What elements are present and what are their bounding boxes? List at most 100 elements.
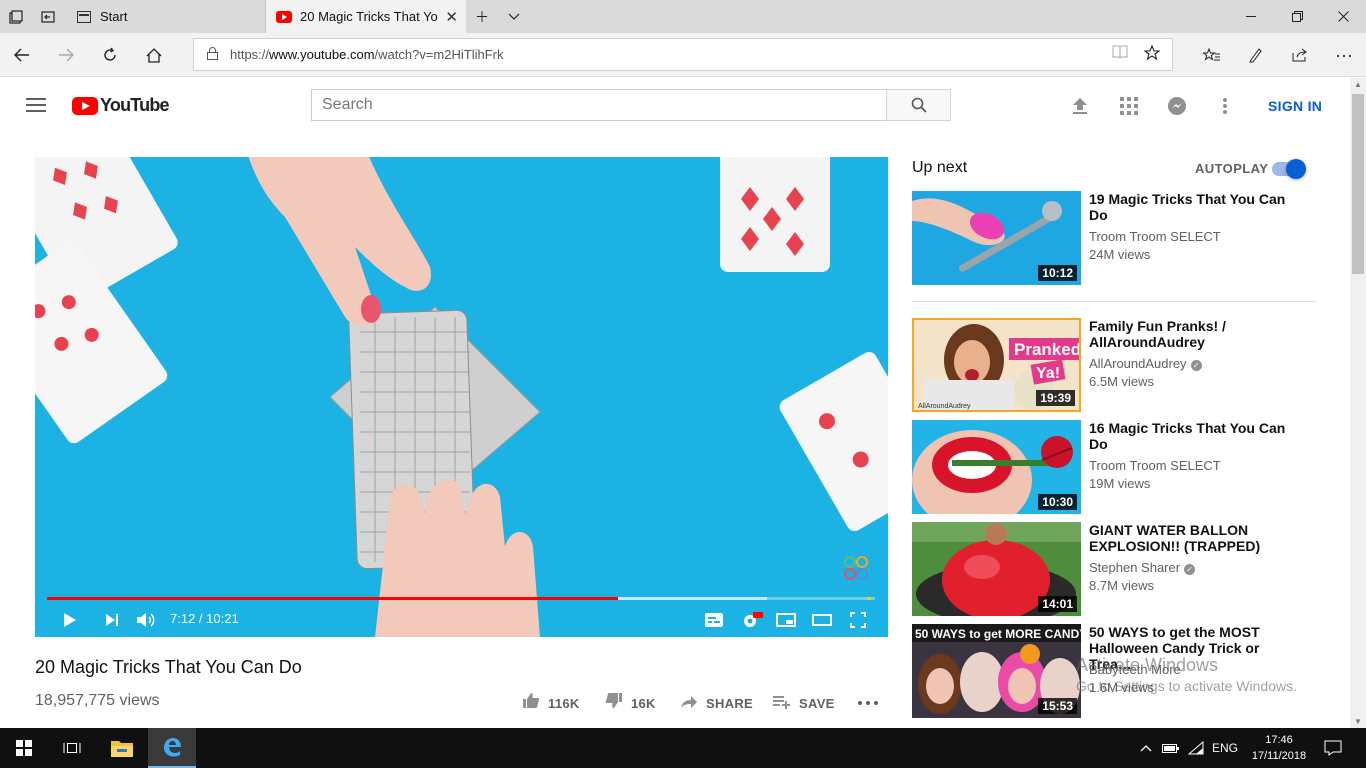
tab-youtube-video[interactable]: 20 Magic Tricks That Yo ✕ bbox=[266, 0, 466, 33]
video-thumbnail[interactable]: 10:30 bbox=[912, 420, 1081, 514]
tab-preview-chevron-icon[interactable] bbox=[498, 0, 530, 33]
search-input[interactable]: Search bbox=[311, 89, 887, 121]
close-window-icon[interactable] bbox=[1320, 0, 1366, 33]
minimize-icon[interactable] bbox=[1228, 0, 1274, 33]
channel-name[interactable]: Stephen Sharer ✓ bbox=[1089, 560, 1196, 575]
search-icon bbox=[911, 97, 927, 113]
action-center-icon[interactable] bbox=[1324, 728, 1342, 768]
progress-played bbox=[47, 597, 619, 600]
video-title[interactable]: 19 Magic Tricks That You Can Do bbox=[1089, 191, 1289, 223]
channel-name[interactable]: Troom Troom SELECT bbox=[1089, 229, 1221, 244]
apps-grid-icon[interactable] bbox=[1117, 94, 1141, 118]
view-count: 18,957,775 views bbox=[35, 692, 160, 709]
theater-mode-icon[interactable] bbox=[811, 603, 833, 637]
search-placeholder: Search bbox=[322, 96, 373, 113]
miniplayer-icon[interactable] bbox=[775, 603, 797, 637]
language-text: ENG bbox=[1212, 741, 1239, 755]
subtitles-icon[interactable] bbox=[703, 603, 725, 637]
wifi-icon[interactable] bbox=[1188, 728, 1204, 768]
recommended-video[interactable]: Pranked Ya! AllAroundAudrey 19:39 Family… bbox=[912, 318, 1316, 412]
verified-check-icon: ✓ bbox=[1184, 564, 1196, 575]
tab-manager-icon[interactable] bbox=[0, 0, 32, 33]
task-view-icon[interactable] bbox=[48, 728, 96, 768]
progress-bar[interactable] bbox=[47, 597, 875, 600]
share-arrow-icon bbox=[680, 693, 698, 714]
video-thumbnail[interactable]: 10:12 bbox=[912, 191, 1081, 285]
tab-start[interactable]: Start bbox=[66, 0, 266, 33]
back-arrow-icon[interactable] bbox=[0, 33, 44, 77]
video-thumbnail[interactable]: Pranked Ya! AllAroundAudrey 19:39 bbox=[912, 318, 1081, 412]
tab-back-icon[interactable] bbox=[32, 0, 64, 33]
video-title[interactable]: GIANT WATER BALLON EXPLOSION!! (TRAPPED) bbox=[1089, 522, 1289, 554]
new-tab-icon[interactable]: ＋ bbox=[466, 0, 498, 33]
channel-name[interactable]: AllAroundAudrey ✓ bbox=[1089, 356, 1202, 371]
home-icon[interactable] bbox=[132, 33, 176, 77]
watermark-title: Activate Windows bbox=[1076, 655, 1219, 675]
messages-icon[interactable] bbox=[1165, 94, 1189, 118]
sidebar-divider bbox=[912, 301, 1316, 302]
reading-view-icon[interactable] bbox=[1112, 45, 1128, 63]
lock-icon[interactable] bbox=[194, 46, 230, 63]
recommended-video[interactable]: 10:30 16 Magic Tricks That You Can Do Tr… bbox=[912, 420, 1316, 514]
browser-nav-bar: https://www.youtube.com/watch?v=m2HiTlih… bbox=[0, 33, 1366, 77]
video-player[interactable]: 7:12 / 10:21 bbox=[35, 157, 888, 637]
fullscreen-icon[interactable] bbox=[847, 603, 869, 637]
upload-icon[interactable] bbox=[1068, 94, 1092, 118]
sign-in-button[interactable]: SIGN IN bbox=[1268, 98, 1322, 114]
like-button[interactable]: 116K bbox=[522, 692, 580, 714]
language-indicator[interactable]: ENG bbox=[1212, 728, 1238, 768]
search-button[interactable] bbox=[886, 89, 951, 121]
tab-label: Start bbox=[100, 9, 128, 24]
save-button[interactable]: SAVE bbox=[773, 692, 835, 714]
refresh-icon[interactable] bbox=[88, 33, 132, 77]
video-thumbnail[interactable]: 50 WAYS to get MORE CANDY! 15:53 bbox=[912, 624, 1081, 718]
video-duration: 19:39 bbox=[1036, 390, 1075, 406]
recommended-video[interactable]: 14:01 GIANT WATER BALLON EXPLOSION!! (TR… bbox=[912, 522, 1316, 616]
up-next-heading: Up next bbox=[912, 159, 968, 176]
logo-text: YouTube bbox=[100, 95, 170, 115]
settings-dots-icon[interactable] bbox=[1213, 94, 1237, 118]
share-icon[interactable] bbox=[1278, 33, 1322, 77]
autoplay-toggle[interactable] bbox=[1272, 159, 1306, 179]
more-menu-icon[interactable]: ··· bbox=[1322, 33, 1366, 77]
scroll-down-arrow-icon[interactable]: ▼ bbox=[1350, 717, 1366, 726]
scroll-up-arrow-icon[interactable]: ▲ bbox=[1350, 80, 1366, 89]
show-hidden-icons-chevron-icon[interactable] bbox=[1140, 728, 1152, 768]
video-views: 19M views bbox=[1089, 476, 1151, 491]
play-icon[interactable] bbox=[59, 603, 81, 637]
volume-icon[interactable] bbox=[135, 603, 157, 637]
youtube-logo[interactable]: YouTube bbox=[72, 95, 170, 116]
share-button[interactable]: SHARE bbox=[680, 692, 753, 714]
restore-icon[interactable] bbox=[1274, 0, 1320, 33]
next-icon[interactable] bbox=[101, 603, 123, 637]
more-actions-icon[interactable] bbox=[858, 692, 878, 714]
clock-time: 17:46 bbox=[1265, 734, 1293, 746]
channel-name[interactable]: Troom Troom SELECT bbox=[1089, 458, 1221, 473]
address-bar[interactable]: https://www.youtube.com/watch?v=m2HiTlih… bbox=[193, 38, 1173, 71]
dislike-button[interactable]: 16K bbox=[605, 692, 656, 714]
verified-check-icon: ✓ bbox=[1190, 360, 1202, 371]
file-explorer-icon[interactable] bbox=[98, 728, 146, 768]
time-display: 7:12 / 10:21 bbox=[170, 611, 239, 626]
like-count: 116K bbox=[548, 695, 580, 711]
thumbs-up-icon bbox=[522, 692, 540, 714]
page-scrollbar[interactable]: ▲ ▼ bbox=[1350, 78, 1366, 728]
video-thumbnail[interactable]: 14:01 bbox=[912, 522, 1081, 616]
favorite-star-icon[interactable] bbox=[1143, 44, 1161, 64]
hamburger-menu-icon[interactable] bbox=[26, 98, 46, 112]
share-label: SHARE bbox=[706, 695, 754, 711]
edge-browser-icon[interactable] bbox=[148, 728, 196, 768]
video-title[interactable]: Family Fun Pranks! / AllAroundAudrey bbox=[1089, 318, 1289, 350]
pen-notes-icon[interactable] bbox=[1234, 33, 1278, 77]
recommended-video[interactable]: 10:12 19 Magic Tricks That You Can Do Tr… bbox=[912, 191, 1316, 285]
forward-arrow-icon[interactable] bbox=[44, 33, 88, 77]
playing-card bbox=[720, 157, 830, 272]
favorites-hub-icon[interactable] bbox=[1190, 33, 1234, 77]
settings-gear-icon[interactable] bbox=[739, 603, 765, 637]
battery-icon[interactable] bbox=[1162, 728, 1180, 768]
scrollbar-thumb[interactable] bbox=[1352, 94, 1364, 274]
system-clock[interactable]: 17:46 17/11/2018 bbox=[1250, 732, 1308, 764]
video-title[interactable]: 16 Magic Tricks That You Can Do bbox=[1089, 420, 1289, 452]
close-tab-icon[interactable]: ✕ bbox=[445, 8, 458, 26]
start-windows-icon[interactable] bbox=[0, 728, 48, 768]
